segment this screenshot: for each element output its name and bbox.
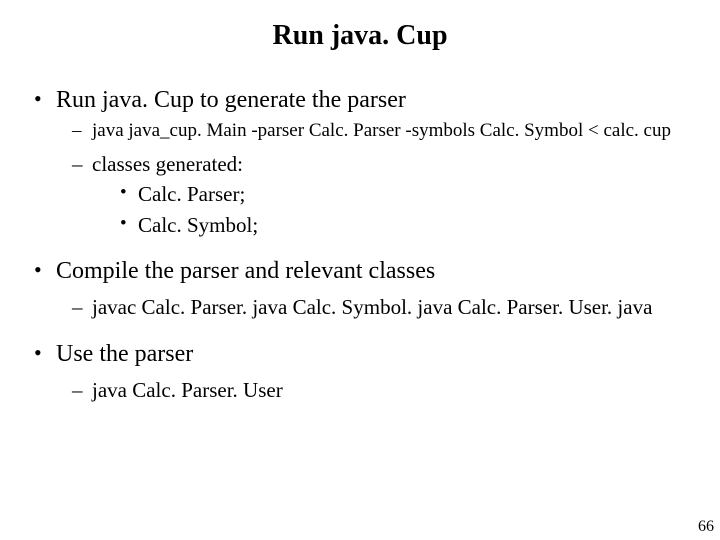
page-number: 66 (698, 518, 714, 536)
bullet-text: classes generated: (92, 150, 243, 178)
disc-icon: • (34, 255, 56, 285)
bullet-level2: – javac Calc. Parser. java Calc. Symbol.… (72, 293, 694, 321)
bullet-text: Use the parser (56, 338, 193, 370)
disc-icon: • (34, 84, 56, 114)
disc-icon: • (120, 180, 138, 206)
bullet-level3: • Calc. Symbol; (120, 211, 694, 239)
bullet-level1: • Compile the parser and relevant classe… (34, 255, 694, 287)
disc-icon: • (120, 211, 138, 237)
disc-icon: • (34, 338, 56, 368)
bullet-text: Run java. Cup to generate the parser (56, 84, 406, 116)
bullet-text: java Calc. Parser. User (92, 376, 283, 404)
bullet-text: Calc. Symbol; (138, 211, 258, 239)
bullet-level1: • Run java. Cup to generate the parser (34, 84, 694, 116)
bullet-level2: – java Calc. Parser. User (72, 376, 694, 404)
spacer (34, 239, 694, 249)
bullet-text: java java_cup. Main -parser Calc. Parser… (92, 118, 671, 144)
bullet-level2: – classes generated: (72, 150, 694, 178)
bullet-text: javac Calc. Parser. java Calc. Symbol. j… (92, 293, 652, 321)
slide-body: • Run java. Cup to generate the parser –… (34, 78, 694, 405)
bullet-level2: – java java_cup. Main -parser Calc. Pars… (72, 118, 694, 144)
bullet-level3: • Calc. Parser; (120, 180, 694, 208)
slide-title: Run java. Cup (0, 20, 720, 52)
dash-icon: – (72, 376, 92, 404)
dash-icon: – (72, 118, 92, 144)
bullet-text: Compile the parser and relevant classes (56, 255, 435, 287)
slide: Run java. Cup • Run java. Cup to generat… (0, 0, 720, 540)
dash-icon: – (72, 293, 92, 321)
dash-icon: – (72, 150, 92, 178)
bullet-text: Calc. Parser; (138, 180, 245, 208)
bullet-level1: • Use the parser (34, 338, 694, 370)
spacer (34, 322, 694, 332)
